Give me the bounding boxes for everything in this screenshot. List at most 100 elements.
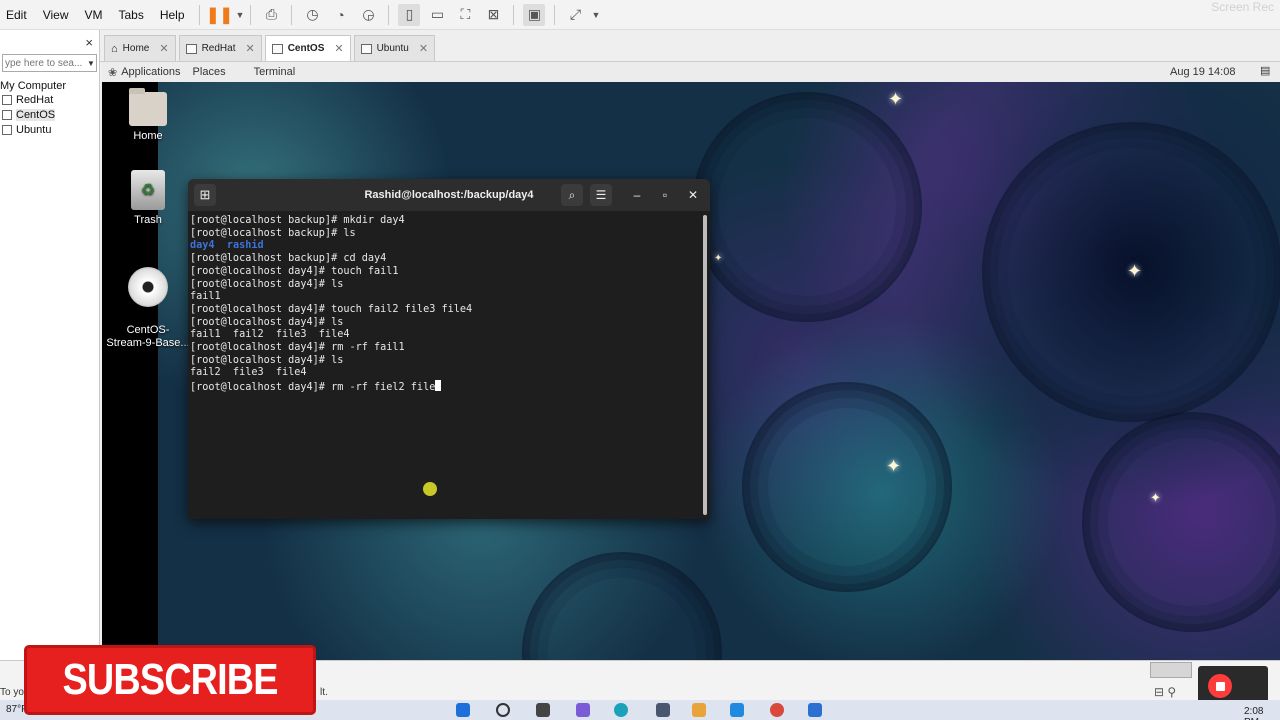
- desktop-icon-centos-iso[interactable]: CentOS- Stream-9-Base...: [102, 254, 194, 363]
- terminal-line: fail1 fail2 file3 file4: [190, 329, 698, 342]
- terminal-line-text: [root@localhost day4]# touch fail2 file3…: [190, 303, 473, 315]
- tab-label: CentOS: [287, 43, 325, 54]
- applications-menu[interactable]: Applications: [121, 66, 180, 78]
- stretch-guest-icon[interactable]: ⤢: [564, 4, 586, 26]
- vm-icon: [360, 43, 372, 54]
- snapshot-manager-icon[interactable]: ◶: [357, 4, 379, 26]
- system-clock[interactable]: 2:08 PM: [1244, 706, 1280, 720]
- task-view-icon[interactable]: [536, 703, 550, 717]
- toolbar-separator: [554, 4, 556, 25]
- close-icon[interactable]: ✕: [419, 42, 428, 55]
- device-status-icons[interactable]: ⊟ ⚲: [1154, 685, 1176, 699]
- tab-ubuntu[interactable]: Ubuntu ✕: [353, 35, 436, 61]
- star-icon: ✦: [1127, 261, 1143, 281]
- vmware-icon[interactable]: [656, 703, 670, 717]
- tree-item-label: CentOS: [16, 108, 56, 121]
- wallpaper-swirl: [1082, 412, 1280, 632]
- unity-icon[interactable]: ⊠: [482, 4, 504, 26]
- terminal-line: [root@localhost day4]# touch fail1: [190, 266, 698, 279]
- app-icon[interactable]: [808, 703, 822, 717]
- skype-icon[interactable]: [730, 703, 744, 717]
- home-icon: ⌂: [111, 42, 118, 55]
- terminal-line-text: fail1: [190, 291, 221, 303]
- terminal-app-menu[interactable]: Terminal: [254, 66, 296, 78]
- toolbar-separator: [513, 4, 515, 25]
- close-icon[interactable]: ✕: [245, 42, 254, 55]
- console-view-icon[interactable]: ▣: [523, 3, 546, 26]
- wallpaper-swirl: [692, 92, 922, 322]
- mouse-cursor-highlight: [423, 482, 437, 496]
- close-icon[interactable]: ✕: [334, 42, 343, 55]
- desktop-wallpaper[interactable]: ✦ ✦ ✦ ✦ ✦ Home ♻ Trash CentOS- Stream-9-…: [102, 82, 1280, 660]
- terminal-line: [root@localhost day4]# ls: [190, 279, 698, 292]
- places-menu[interactable]: Places: [193, 66, 226, 78]
- terminal-output[interactable]: [root@localhost backup]# mkdir day4 [root…: [190, 215, 698, 515]
- snapshot-icon[interactable]: ◷: [301, 4, 323, 26]
- edge-icon[interactable]: [614, 703, 628, 717]
- terminal-line-text: [root@localhost backup]# cd day4: [190, 253, 387, 265]
- desktop-icon-trash[interactable]: ♻ Trash: [102, 170, 194, 226]
- device-indicator[interactable]: [1150, 662, 1192, 678]
- tree-root-my-computer[interactable]: My Computer: [0, 80, 99, 92]
- hamburger-menu-icon[interactable]: ☰: [590, 184, 612, 206]
- chrome-icon[interactable]: [770, 703, 784, 717]
- menu-edit[interactable]: Edit: [0, 8, 35, 22]
- menu-vm[interactable]: VM: [76, 8, 110, 22]
- terminal-line: fail2 file3 file4: [190, 367, 698, 380]
- desktop-icon-label: CentOS- Stream-9-Base...: [106, 324, 190, 349]
- search-icon[interactable]: ⌕: [561, 184, 583, 206]
- stop-record-button[interactable]: [1208, 674, 1232, 698]
- clock[interactable]: Aug 19 14:08: [1170, 66, 1235, 78]
- close-icon[interactable]: ×: [85, 35, 93, 50]
- menu-view[interactable]: View: [35, 8, 77, 22]
- terminal-scrollbar[interactable]: [703, 215, 707, 515]
- tab-redhat[interactable]: RedHat ✕: [178, 35, 262, 61]
- terminal-line: [root@localhost day4]# touch fail2 file3…: [190, 304, 698, 317]
- revert-snapshot-icon[interactable]: ◔: [329, 4, 351, 26]
- tree-item-centos[interactable]: CentOS: [0, 107, 99, 122]
- thumbnail-bar-icon[interactable]: ▭: [426, 4, 448, 26]
- maximize-icon[interactable]: ▫: [654, 184, 676, 206]
- terminal-line: day4 rashid: [190, 240, 698, 253]
- search-input[interactable]: [3, 57, 87, 69]
- tree-item-ubuntu[interactable]: Ubuntu: [0, 122, 99, 137]
- close-icon[interactable]: ✕: [682, 184, 704, 206]
- terminal-window[interactable]: ⊞ Rashid@localhost:/backup/day4 ⌕ ☰ – ▫ …: [188, 179, 710, 519]
- vm-tabbar: ⌂ Home ✕ RedHat ✕ CentOS ✕ Ubuntu ✕: [100, 30, 1280, 62]
- terminal-line-text: [root@localhost backup]# mkdir day4: [190, 215, 405, 226]
- vm-console[interactable]: ❀ Applications Places Terminal Aug 19 14…: [102, 62, 1280, 660]
- tab-home[interactable]: ⌂ Home ✕: [104, 35, 176, 61]
- windows-start-icon[interactable]: [456, 703, 470, 717]
- system-menu-icon[interactable]: ▤: [1260, 64, 1274, 79]
- sidebar-header: ×: [0, 30, 99, 54]
- chat-icon[interactable]: [576, 703, 590, 717]
- fullscreen-icon[interactable]: ⛶: [454, 4, 476, 26]
- send-ctrl-alt-del-icon[interactable]: ⎙: [260, 4, 282, 26]
- menu-tabs[interactable]: Tabs: [110, 8, 151, 22]
- close-icon[interactable]: ✕: [159, 42, 168, 55]
- terminal-header-bar[interactable]: ⊞ Rashid@localhost:/backup/day4 ⌕ ☰ – ▫ …: [188, 179, 710, 211]
- search-icon[interactable]: [496, 703, 510, 717]
- chevron-down-icon[interactable]: ▼: [591, 10, 600, 20]
- terminal-line-text: [root@localhost day4]# ls: [190, 316, 344, 328]
- status-message-tail: lt.: [320, 687, 328, 698]
- network-icon[interactable]: ⊟: [1154, 685, 1164, 699]
- subscribe-text: SUBSCRIBE: [62, 655, 278, 704]
- tab-centos[interactable]: CentOS ✕: [264, 35, 351, 61]
- desktop-icon-home[interactable]: Home: [102, 88, 194, 142]
- pause-icon[interactable]: ❚❚: [206, 4, 233, 26]
- menu-help[interactable]: Help: [152, 8, 193, 22]
- chevron-down-icon[interactable]: ▼: [236, 10, 245, 20]
- terminal-line-text: [root@localhost day4]# rm -rf fiel2 file: [190, 382, 436, 394]
- disc-icon: [128, 267, 168, 307]
- usb-icon[interactable]: ⚲: [1167, 685, 1176, 699]
- terminal-line: [root@localhost day4]# ls: [190, 317, 698, 330]
- tree-item-redhat[interactable]: RedHat: [0, 92, 99, 107]
- chevron-down-icon[interactable]: ▼: [87, 59, 95, 68]
- minimize-icon[interactable]: –: [626, 184, 648, 206]
- terminal-line-text: [root@localhost day4]# touch fail1: [190, 265, 399, 277]
- show-library-icon[interactable]: ▯: [398, 3, 421, 26]
- terminal-line: fail1: [190, 291, 698, 304]
- file-explorer-icon[interactable]: [692, 703, 706, 717]
- terminal-line: [root@localhost backup]# mkdir day4: [190, 215, 698, 228]
